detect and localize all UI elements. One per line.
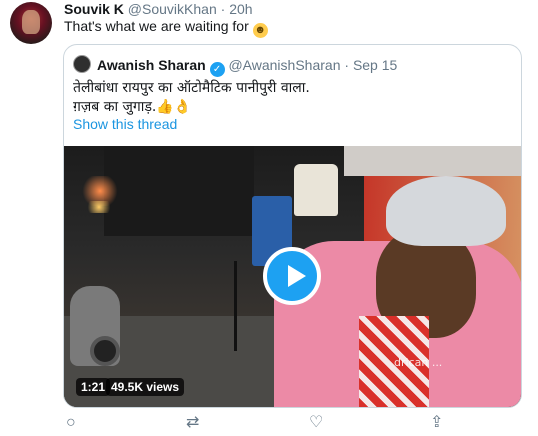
quoted-separator: ·	[344, 57, 350, 73]
quoted-author-name[interactable]: Awanish Sharan	[97, 57, 206, 73]
smile-emoji-icon: ☻	[252, 23, 268, 38]
tweet-text-body: That's what we are waiting for	[64, 18, 249, 34]
show-thread-link[interactable]: Show this thread	[73, 116, 177, 132]
play-icon[interactable]	[263, 247, 321, 305]
tweet-time[interactable]: 20h	[229, 1, 252, 17]
author-handle[interactable]: @SouvikKhan	[128, 1, 217, 17]
reply-icon[interactable]: ○	[66, 414, 76, 432]
apron-text: drican ...	[394, 356, 443, 369]
video-player[interactable]: drican ... 1:21 49.5K views	[64, 146, 521, 407]
tweet-text: That's what we are waiting for ☻	[64, 17, 268, 38]
share-icon[interactable]: ⇪	[430, 414, 443, 432]
quoted-text-line1: तेलीबांधा रायपुर का ऑटोमैटिक पानीपुरी वा…	[73, 80, 310, 96]
quoted-date[interactable]: Sep 15	[353, 57, 397, 73]
quoted-text: तेलीबांधा रायपुर का ऑटोमैटिक पानीपुरी वा…	[73, 79, 513, 117]
video-views: 49.5K views	[106, 378, 185, 396]
quoted-avatar[interactable]	[73, 55, 91, 73]
author-name[interactable]: Souvik K	[64, 1, 124, 17]
verified-badge-icon: ✓	[209, 62, 225, 77]
avatar[interactable]	[10, 2, 52, 44]
video-duration: 1:21	[76, 378, 111, 396]
tweet[interactable]: Souvik K @SouvikKhan · 20h That's what w…	[0, 0, 538, 436]
like-icon[interactable]: ♡	[309, 414, 323, 432]
quoted-header: Awanish Sharan ✓ @AwanishSharan · Sep 15	[97, 56, 397, 77]
separator: ·	[220, 1, 226, 17]
tweet-actions: ○ ⇄ ♡ ⇪	[0, 414, 538, 432]
quoted-text-line2: ग़ज़ब का जुगाड़.👍👌	[73, 99, 192, 115]
quoted-tweet[interactable]: Awanish Sharan ✓ @AwanishSharan · Sep 15…	[63, 44, 522, 408]
quoted-author-handle[interactable]: @AwanishSharan	[228, 57, 340, 73]
retweet-icon[interactable]: ⇄	[186, 414, 199, 432]
